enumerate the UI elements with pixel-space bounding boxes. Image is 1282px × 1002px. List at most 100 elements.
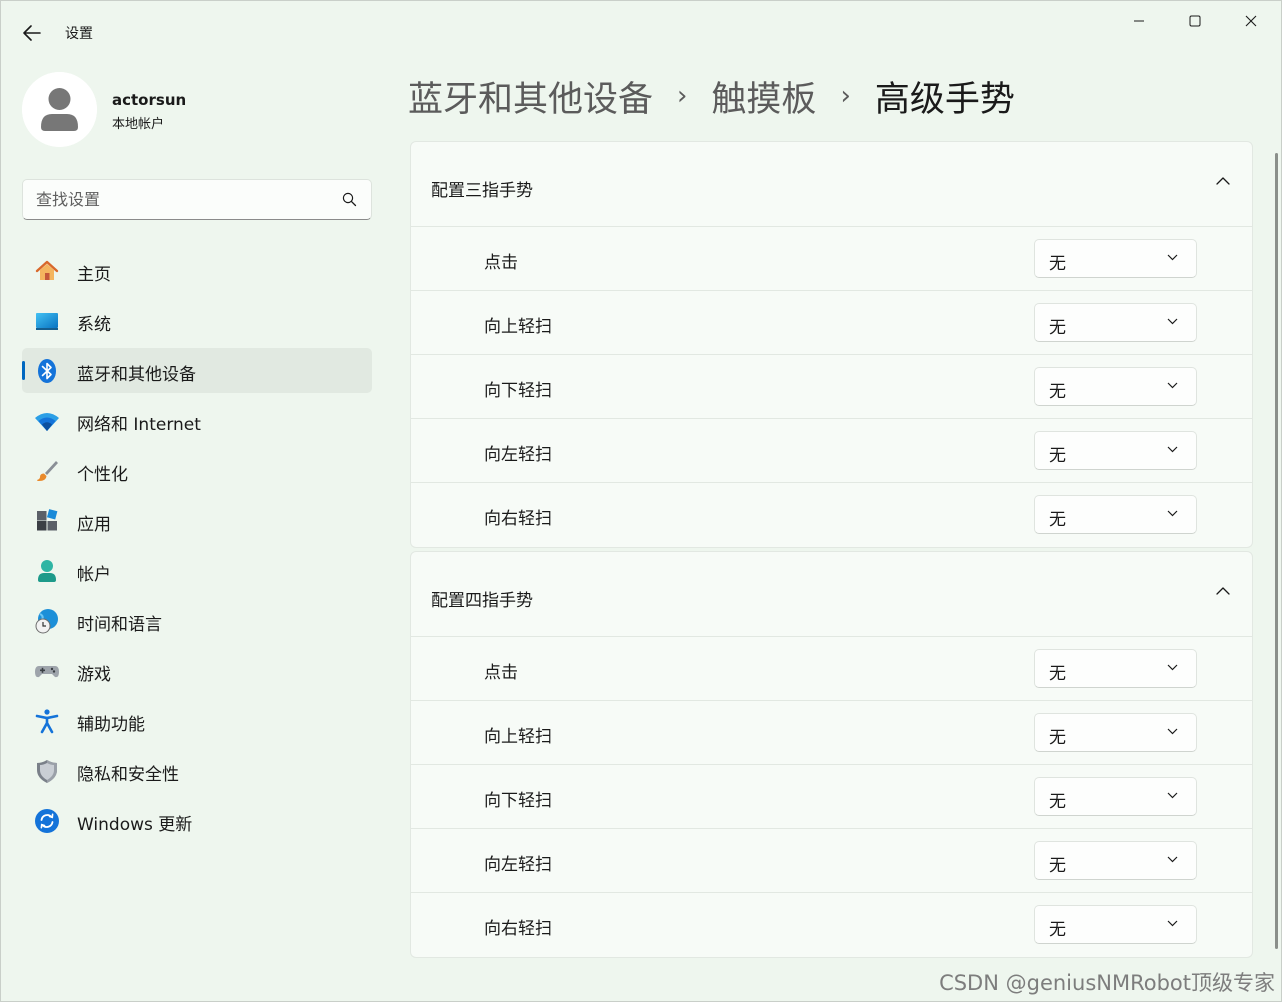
chevron-down-icon [1167, 792, 1178, 799]
gesture-action-dropdown[interactable]: 无 [1034, 777, 1197, 816]
sidebar-item-apps[interactable]: 应用 [22, 498, 372, 543]
wifi-icon [35, 413, 59, 431]
page-title: 高级手势 [874, 79, 1015, 120]
three-finger-gestures-header[interactable]: 配置三指手势 [411, 142, 1252, 227]
settings-window: 设置 actorsun 本地帐户 查找设置 主页 系统 蓝牙和其他设备 网络和 … [0, 0, 1282, 1002]
dropdown-value: 无 [1049, 920, 1066, 940]
dropdown-value: 无 [1049, 382, 1066, 402]
sidebar-item-network[interactable]: 网络和 Internet [22, 398, 372, 443]
sidebar-item-personalization[interactable]: 个性化 [22, 448, 372, 493]
gesture-action-dropdown[interactable]: 无 [1034, 431, 1197, 470]
gesture-action-dropdown[interactable]: 无 [1034, 841, 1197, 880]
chevron-down-icon [1167, 446, 1178, 453]
minimize-icon [1134, 20, 1144, 22]
brush-icon [37, 461, 58, 481]
chevron-down-icon [1167, 664, 1178, 671]
minimize-button[interactable] [1111, 1, 1167, 41]
close-icon [1245, 15, 1257, 27]
sidebar-item-label: 帐户 [77, 565, 111, 585]
dropdown-value: 无 [1049, 792, 1066, 812]
chevron-up-icon[interactable] [1216, 586, 1230, 595]
gesture-row-swipe-right: 向右轻扫 无 [411, 893, 1252, 957]
gesture-label: 点击 [484, 663, 518, 683]
chevron-down-icon [1167, 920, 1178, 927]
chevron-up-icon[interactable] [1216, 176, 1230, 185]
gesture-action-dropdown[interactable]: 无 [1034, 713, 1197, 752]
three-finger-gestures-section: 配置三指手势 点击 无 向上轻扫 无 向下轻扫 无 向左轻扫 无 向右轻扫 无 [410, 141, 1253, 548]
search-icon[interactable] [342, 192, 357, 207]
gesture-row-tap: 点击 无 [411, 227, 1252, 291]
dropdown-value: 无 [1049, 728, 1066, 748]
sidebar-item-label: 游戏 [77, 665, 111, 685]
sidebar-item-home[interactable]: 主页 [22, 248, 372, 293]
chevron-down-icon [1167, 510, 1178, 517]
globe-clock-icon [35, 609, 58, 634]
gesture-label: 向左轻扫 [484, 855, 552, 875]
sidebar-item-accessibility[interactable]: 辅助功能 [22, 698, 372, 743]
selection-indicator [22, 361, 25, 380]
gesture-label: 向上轻扫 [484, 317, 552, 337]
avatar[interactable] [22, 72, 97, 147]
watermark-text: CSDN @geniusNMRobot顶级专家 [939, 971, 1275, 995]
dropdown-value: 无 [1049, 510, 1066, 530]
update-icon [35, 809, 59, 833]
system-icon [36, 313, 58, 330]
chevron-down-icon [1167, 318, 1178, 325]
chevron-down-icon [1167, 856, 1178, 863]
gesture-label: 向上轻扫 [484, 727, 552, 747]
breadcrumb: 蓝牙和其他设备 › 触摸板 › 高级手势 [408, 71, 1015, 122]
account-type: 本地帐户 [112, 117, 165, 132]
gesture-action-dropdown[interactable]: 无 [1034, 905, 1197, 944]
breadcrumb-touchpad[interactable]: 触摸板 [711, 71, 816, 122]
search-box [22, 179, 372, 220]
search-input[interactable] [23, 180, 333, 219]
account-icon [38, 560, 56, 582]
title-bar: 设置 [1, 1, 1281, 61]
dropdown-value: 无 [1049, 254, 1066, 274]
gesture-action-dropdown[interactable]: 无 [1034, 239, 1197, 278]
sidebar-item-windows-update[interactable]: Windows 更新 [22, 798, 372, 843]
gesture-action-dropdown[interactable]: 无 [1034, 495, 1197, 534]
four-finger-gestures-header[interactable]: 配置四指手势 [411, 552, 1252, 637]
breadcrumb-bluetooth-devices[interactable]: 蓝牙和其他设备 [408, 71, 653, 122]
gesture-row-swipe-down: 向下轻扫 无 [411, 355, 1252, 419]
vertical-scrollbar[interactable] [1275, 153, 1278, 949]
sidebar-item-system[interactable]: 系统 [22, 298, 372, 343]
sidebar-item-label: 辅助功能 [77, 715, 145, 735]
user-avatar-icon [22, 72, 97, 147]
sidebar-item-label: Windows 更新 [77, 815, 193, 835]
gesture-label: 向下轻扫 [484, 381, 552, 401]
gesture-action-dropdown[interactable]: 无 [1034, 367, 1197, 406]
gesture-action-dropdown[interactable]: 无 [1034, 649, 1197, 688]
sidebar-item-label: 网络和 Internet [77, 415, 201, 435]
close-button[interactable] [1223, 1, 1279, 41]
gesture-row-swipe-up: 向上轻扫 无 [411, 291, 1252, 355]
sidebar-item-gaming[interactable]: 游戏 [22, 648, 372, 693]
sidebar-item-label: 时间和语言 [77, 615, 162, 635]
gesture-action-dropdown[interactable]: 无 [1034, 303, 1197, 342]
sidebar-item-label: 系统 [77, 315, 111, 335]
sidebar-item-accounts[interactable]: 帐户 [22, 548, 372, 593]
gesture-row-swipe-left: 向左轻扫 无 [411, 829, 1252, 893]
section-title: 配置四指手势 [431, 591, 533, 611]
gesture-row-swipe-left: 向左轻扫 无 [411, 419, 1252, 483]
user-name: actorsun [112, 91, 187, 109]
sidebar-item-bluetooth[interactable]: 蓝牙和其他设备 [22, 348, 372, 393]
sidebar-item-privacy[interactable]: 隐私和安全性 [22, 748, 372, 793]
maximize-button[interactable] [1167, 1, 1223, 41]
gesture-label: 点击 [484, 253, 518, 273]
chevron-down-icon [1167, 728, 1178, 735]
gamepad-icon [35, 666, 59, 678]
dropdown-value: 无 [1049, 856, 1066, 876]
sidebar-item-label: 个性化 [77, 465, 128, 485]
accessibility-icon [35, 709, 59, 734]
gesture-row-swipe-down: 向下轻扫 无 [411, 765, 1252, 829]
back-button[interactable] [15, 19, 49, 47]
sidebar-item-time-language[interactable]: 时间和语言 [22, 598, 372, 643]
dropdown-value: 无 [1049, 664, 1066, 684]
gesture-row-tap: 点击 无 [411, 637, 1252, 701]
gesture-label: 向右轻扫 [484, 509, 552, 529]
shield-icon [37, 760, 57, 783]
dropdown-value: 无 [1049, 318, 1066, 338]
chevron-down-icon [1167, 382, 1178, 389]
